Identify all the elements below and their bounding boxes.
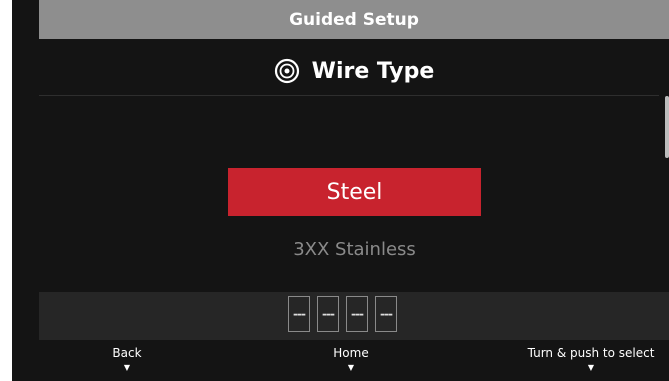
- back-button[interactable]: Back ▼: [102, 346, 152, 372]
- option-next-label: 3XX Stainless: [293, 238, 416, 260]
- heading-divider: [39, 95, 659, 96]
- back-arrow-icon: ▼: [123, 363, 131, 372]
- soft-key-bar: Back ▼ Home ▼ Turn & push to select ▼: [12, 346, 669, 381]
- home-arrow-icon: ▼: [347, 363, 355, 372]
- display-screen: Guided Setup Wire Type Steel 3XX Stainle…: [12, 0, 669, 381]
- page-heading: Wire Type: [39, 50, 669, 92]
- page-title: Wire Type: [311, 58, 435, 84]
- option-selected[interactable]: Steel: [228, 168, 481, 216]
- select-arrow-icon: ▼: [587, 363, 595, 372]
- value-fields: --- --- --- ---: [288, 296, 397, 332]
- option-selected-label: Steel: [326, 179, 383, 205]
- home-button[interactable]: Home ▼: [326, 346, 376, 372]
- value-field-2: ---: [317, 296, 339, 332]
- title-bar: Guided Setup: [39, 0, 669, 39]
- select-knob-label: Turn & push to select: [527, 346, 655, 360]
- value-field-1: ---: [288, 296, 310, 332]
- back-button-label: Back: [112, 346, 142, 360]
- select-knob-hint[interactable]: Turn & push to select ▼: [516, 346, 666, 372]
- option-next[interactable]: 3XX Stainless: [228, 234, 481, 264]
- title-bar-label: Guided Setup: [289, 9, 419, 30]
- home-button-label: Home: [333, 346, 369, 360]
- value-field-4: ---: [375, 296, 397, 332]
- wire-spool-icon: [274, 58, 299, 84]
- scrollbar[interactable]: [665, 96, 669, 158]
- value-field-3: ---: [346, 296, 368, 332]
